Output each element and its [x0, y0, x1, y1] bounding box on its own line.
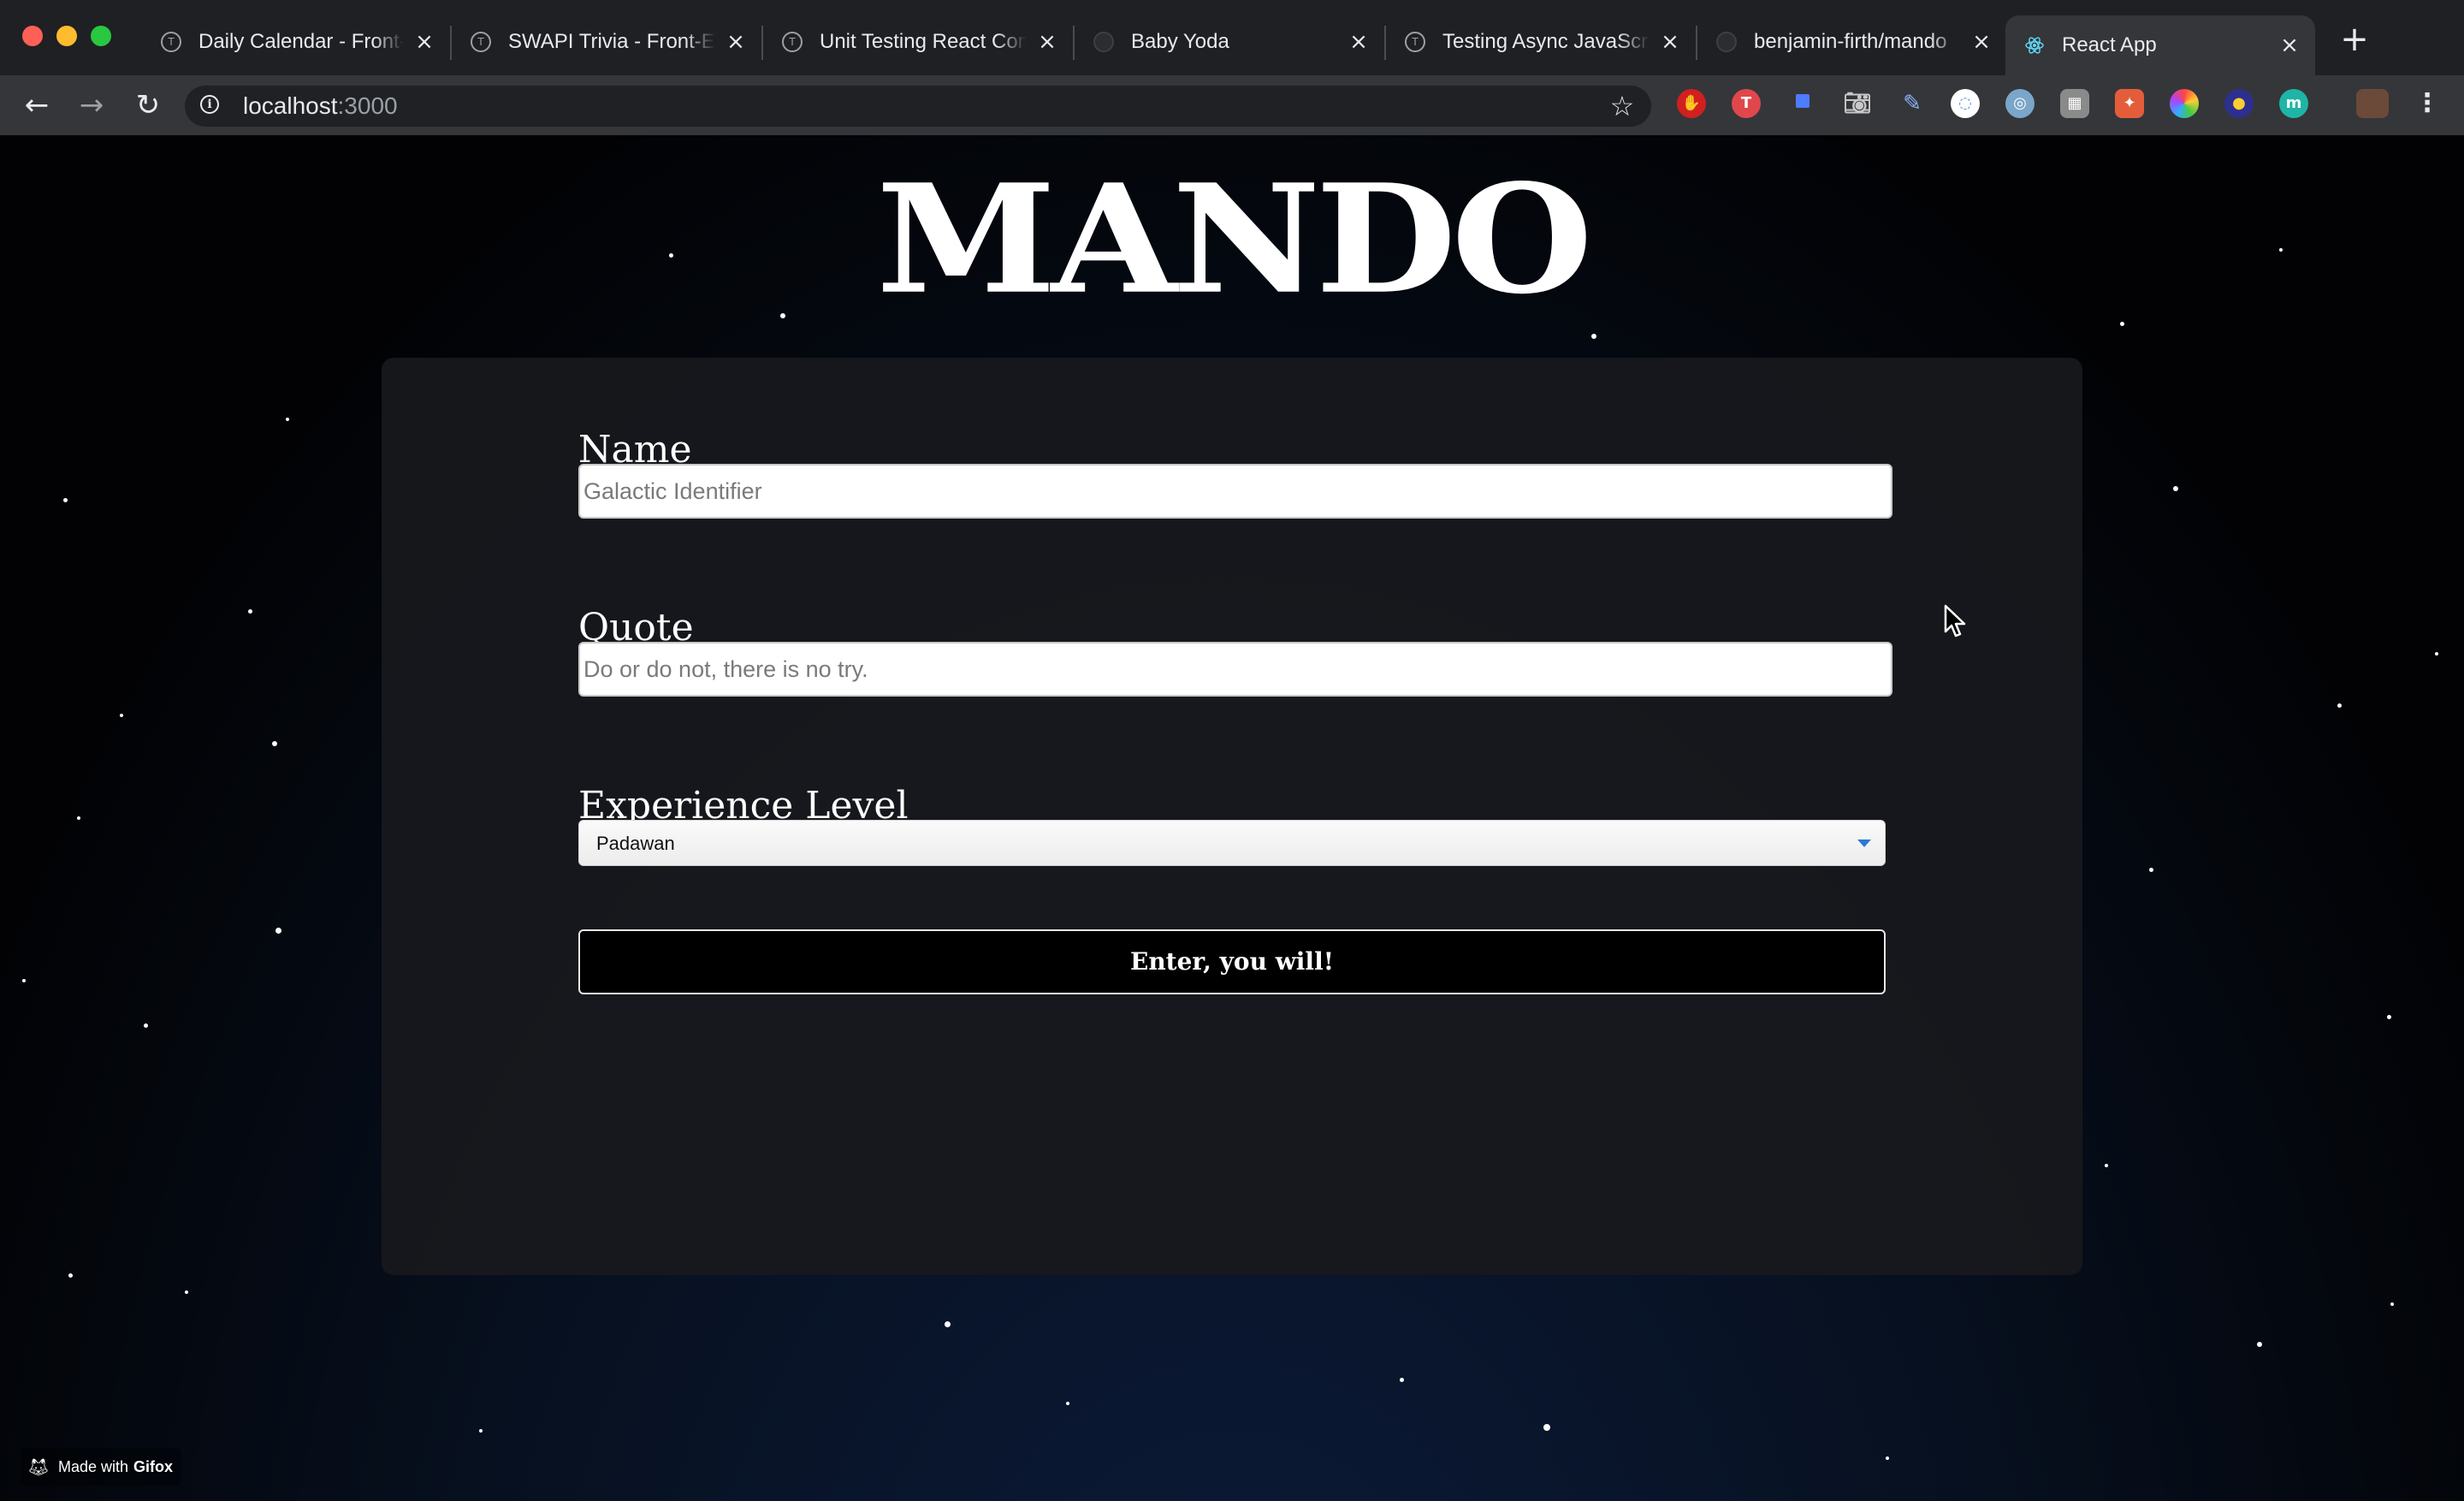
- browser-toolbar: ← → ↻ i localhost:3000 ☆: [0, 75, 2464, 135]
- star: [2387, 1015, 2391, 1019]
- name-input[interactable]: [578, 464, 1892, 519]
- tab-unit-testing[interactable]: T Unit Testing React Components ×: [763, 15, 1073, 68]
- star: [22, 979, 26, 982]
- tab-title: Daily Calendar - Front-End: [198, 30, 404, 53]
- star: [63, 498, 68, 502]
- tab-github-mando[interactable]: benjamin-firth/mando ×: [1697, 15, 2007, 68]
- star: [2173, 486, 2178, 491]
- submit-button[interactable]: Enter, you will!: [578, 929, 1886, 994]
- address-url[interactable]: localhost:3000: [243, 86, 398, 127]
- pen-extension-icon[interactable]: ✎: [1898, 89, 1927, 118]
- star: [2149, 868, 2153, 872]
- reload-icon[interactable]: ↻: [130, 87, 166, 123]
- page-title: MANDO: [876, 151, 1593, 328]
- star: [1543, 1424, 1550, 1431]
- react-icon: [2024, 35, 2045, 56]
- tab-daily-calendar[interactable]: T Daily Calendar - Front-End ×: [142, 15, 450, 68]
- tab-swapi-trivia[interactable]: T SWAPI Trivia - Front-End ×: [452, 15, 761, 68]
- star: [77, 816, 80, 820]
- site-info-icon[interactable]: i: [200, 95, 219, 114]
- star: [248, 609, 252, 614]
- fox-icon: 🦊︎: [27, 1457, 50, 1477]
- close-icon[interactable]: ×: [1971, 31, 1992, 53]
- close-icon[interactable]: ×: [414, 31, 435, 53]
- close-icon[interactable]: ×: [1348, 31, 1369, 53]
- maximize-window-button[interactable]: [91, 26, 111, 46]
- turing-icon: T: [471, 32, 491, 52]
- tab-baby-yoda[interactable]: Baby Yoda ×: [1075, 15, 1384, 68]
- star: [272, 741, 277, 746]
- star: [120, 714, 123, 717]
- adblock-extension-icon[interactable]: ✋: [1677, 89, 1706, 118]
- gifox-watermark: 🦊︎ Made with Gifox: [21, 1448, 182, 1486]
- blue-square-extension-icon[interactable]: [1788, 89, 1817, 118]
- avatar[interactable]: [2356, 89, 2389, 118]
- quote-input[interactable]: [578, 642, 1892, 697]
- tab-strip: T Daily Calendar - Front-End × T SWAPI T…: [0, 0, 2464, 75]
- star: [144, 1023, 148, 1028]
- address-bar[interactable]: i localhost:3000 ☆: [185, 86, 1651, 127]
- star: [479, 1429, 483, 1433]
- chevron-down-icon: [1857, 839, 1871, 847]
- browser-chrome: T Daily Calendar - Front-End × T SWAPI T…: [0, 0, 2464, 135]
- signup-form: Name Quote Experience Level Padawan Ente…: [382, 358, 2082, 1275]
- circle-extension-icon[interactable]: ◌: [1951, 89, 1980, 118]
- watermark-brand: Gifox: [133, 1457, 174, 1475]
- tab-testing-async[interactable]: T Testing Async JavaScript ×: [1386, 15, 1696, 68]
- star: [1066, 1402, 1069, 1405]
- star: [68, 1273, 73, 1278]
- star: [2257, 1342, 2262, 1347]
- tab-title: React App: [2062, 33, 2157, 56]
- color-wheel-extension-icon[interactable]: [2170, 89, 2199, 118]
- close-icon[interactable]: ×: [1037, 31, 1057, 53]
- todoist-extension-icon[interactable]: T: [1732, 89, 1761, 118]
- minimize-window-button[interactable]: [56, 26, 77, 46]
- star: [1591, 334, 1596, 339]
- star: [286, 418, 289, 421]
- planet-extension-icon[interactable]: ●: [2224, 89, 2254, 118]
- star: [2390, 1302, 2394, 1306]
- star: [275, 928, 281, 934]
- ring-extension-icon[interactable]: ◎: [2005, 89, 2035, 118]
- tab-title: benjamin-firth/mando: [1754, 30, 1947, 53]
- star: [1400, 1378, 1404, 1382]
- grid-extension-icon[interactable]: ▦: [2060, 89, 2089, 118]
- star: [1886, 1457, 1889, 1460]
- tab-title: SWAPI Trivia - Front-End: [508, 30, 715, 53]
- experience-level-value: Padawan: [596, 833, 675, 854]
- close-window-button[interactable]: [22, 26, 43, 46]
- github-icon: [1093, 32, 1114, 52]
- github-icon: [1716, 32, 1737, 52]
- tab-title: Baby Yoda: [1131, 30, 1229, 53]
- turing-icon: T: [161, 32, 181, 52]
- experience-level-select[interactable]: Padawan: [578, 820, 1886, 866]
- tab-react-app[interactable]: React App ×: [2005, 15, 2315, 75]
- camera-extension-icon[interactable]: 📷︎: [1843, 89, 1872, 118]
- close-icon[interactable]: ×: [726, 31, 746, 53]
- star: [945, 1321, 951, 1327]
- m-extension-icon[interactable]: m: [2279, 89, 2308, 118]
- close-icon[interactable]: ×: [2279, 34, 2300, 56]
- star: [2105, 1164, 2108, 1167]
- turing-icon: T: [1405, 32, 1425, 52]
- tab-title: Unit Testing React Components: [820, 30, 1027, 53]
- menu-icon[interactable]: ⋮: [2413, 89, 2442, 118]
- bookmark-star-icon[interactable]: ☆: [1607, 91, 1638, 122]
- forward-icon[interactable]: →: [74, 87, 110, 123]
- new-tab-button[interactable]: +: [2339, 22, 2370, 56]
- watermark-prefix: Made with: [58, 1457, 129, 1475]
- back-icon[interactable]: ←: [19, 87, 55, 123]
- page-viewport: MANDO Name Quote Experience Level Padawa…: [0, 135, 2464, 1501]
- turing-icon: T: [782, 32, 803, 52]
- star: [2435, 652, 2438, 656]
- star: [185, 1290, 188, 1294]
- tab-title: Testing Async JavaScript: [1442, 30, 1650, 53]
- puzzle-extension-icon[interactable]: ✦: [2115, 89, 2144, 118]
- close-icon[interactable]: ×: [1660, 31, 1680, 53]
- star: [2337, 703, 2342, 708]
